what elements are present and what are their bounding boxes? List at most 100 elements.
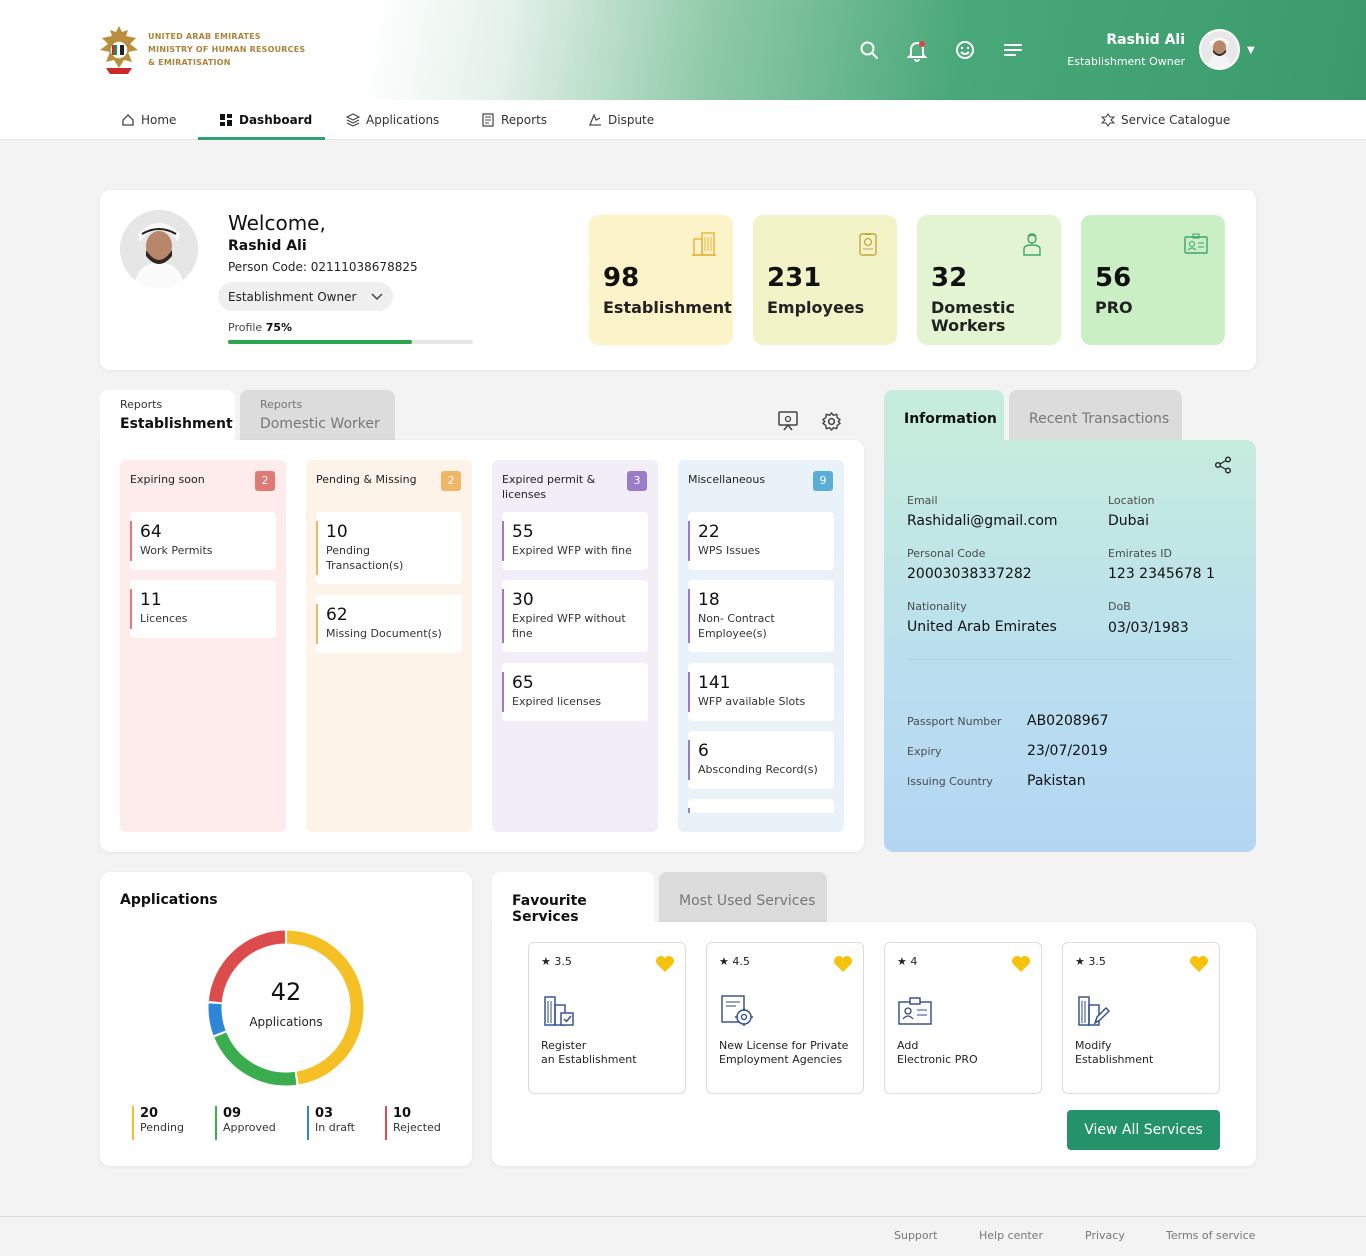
report-item-partial <box>688 799 834 813</box>
profile-avatar <box>120 210 198 288</box>
nav-home-label: Home <box>141 113 177 127</box>
main-nav: Home Dashboard Applications Reports Disp… <box>0 100 1366 140</box>
location-value: Dubai <box>1108 513 1150 529</box>
donut-segment-approved <box>214 1032 297 1086</box>
report-item[interactable]: 30 Expired WFP without fine <box>502 580 648 652</box>
uae-emblem-logo[interactable] <box>98 24 140 76</box>
emirates-id-value: 123 2345678 1 <box>1108 566 1215 582</box>
heart-icon[interactable] <box>1011 955 1031 973</box>
stat-card-employees[interactable]: 231 Employees <box>753 215 897 345</box>
stat-value: 56 <box>1095 263 1132 293</box>
passport-number-value: AB0208967 <box>1027 713 1109 729</box>
smiley-icon[interactable] <box>953 38 977 62</box>
nav-home[interactable]: Home <box>121 100 176 140</box>
service-name: Modify Establishment <box>1075 1039 1154 1066</box>
tab-recent-transactions[interactable]: Recent Transactions <box>1009 390 1182 440</box>
view-all-services-button[interactable]: View All Services <box>1067 1110 1220 1150</box>
email-label: Email <box>907 494 938 507</box>
nav-dispute-label: Dispute <box>608 113 655 127</box>
profile-label: Profile 75% <box>228 321 293 334</box>
stat-card-establishment[interactable]: 98 Establishment <box>589 215 733 345</box>
report-column-expired: Expired permit & licenses 3 55 Expired WF… <box>492 460 658 832</box>
worker-icon <box>1023 233 1041 256</box>
service-rating: ★ 3.5 <box>1075 955 1106 968</box>
footer-link-privacy[interactable]: Privacy <box>1085 1229 1125 1242</box>
building-check-icon <box>544 996 574 1026</box>
tab-reports-establishment[interactable]: Reports Establishment <box>100 390 235 440</box>
report-item[interactable]: 65 Expired licenses <box>502 663 648 721</box>
report-item[interactable]: 55 Expired WFP with fine <box>502 512 648 570</box>
column-title: Pending & Missing <box>316 473 417 486</box>
report-item[interactable]: 22 WPS Issues <box>688 512 834 570</box>
profile-progress-track <box>228 340 473 344</box>
service-card[interactable]: ★ 4 Add Electronic PRO <box>884 942 1042 1094</box>
person-code: Person Code: 02111038678825 <box>228 260 418 274</box>
footer-link-help-center[interactable]: Help center <box>979 1229 1043 1242</box>
report-item[interactable]: 11 Licences <box>130 580 276 638</box>
role-select[interactable]: Establishment Owner <box>218 282 393 311</box>
heart-icon[interactable] <box>1189 955 1209 973</box>
service-card[interactable]: ★ 3.5 Modify Establishment <box>1062 942 1220 1094</box>
emirates-id-label: Emirates ID <box>1108 547 1173 560</box>
service-name: New License for Private Employment Agenci… <box>719 1039 849 1066</box>
role-select-value: Establishment Owner <box>228 289 357 304</box>
heart-icon[interactable] <box>655 955 675 973</box>
issuing-country-value: Pakistan <box>1027 773 1086 789</box>
report-item[interactable]: 18 Non- Contract Employee(s) <box>688 580 834 652</box>
report-item[interactable]: 141 WFP available Slots <box>688 663 834 721</box>
dashboard-icon <box>220 114 232 126</box>
footer-link-terms[interactable]: Terms of service <box>1166 1229 1255 1242</box>
service-name: Add Electronic PRO <box>897 1039 978 1066</box>
nav-dispute[interactable]: Dispute <box>588 100 654 140</box>
nav-dashboard[interactable]: Dashboard <box>219 100 312 140</box>
stat-label: Employees <box>767 298 865 317</box>
user-name[interactable]: Rashid Ali <box>1060 32 1185 48</box>
search-icon[interactable] <box>857 38 881 62</box>
stat-card-domestic-workers[interactable]: 32 Domestic Workers <box>917 215 1061 345</box>
menu-icon[interactable] <box>1001 38 1025 62</box>
nav-applications[interactable]: Applications <box>346 100 439 140</box>
layers-icon <box>346 113 360 127</box>
report-column-pending: Pending & Missing 2 10 Pending Transactio… <box>306 460 472 832</box>
issuing-country-label: Issuing Country <box>907 775 993 788</box>
legend-rejected: 10 Rejected <box>385 1106 441 1140</box>
bell-icon[interactable] <box>905 38 929 62</box>
building-edit-icon <box>1078 996 1110 1026</box>
nav-service-catalogue[interactable]: Service Catalogue <box>1101 100 1230 140</box>
report-column-misc: Miscellaneous 9 22 WPS Issues 18 Non- Cont… <box>678 460 844 832</box>
nav-reports[interactable]: Reports <box>481 100 547 140</box>
service-card[interactable]: ★ 4.5 New License for Private Employment … <box>706 942 864 1094</box>
tab-most-used-services[interactable]: Most Used Services <box>659 872 827 922</box>
footer-link-support[interactable]: Support <box>894 1229 937 1242</box>
service-card[interactable]: ★ 3.5 Register an Establishment <box>528 942 686 1094</box>
report-item[interactable]: 64 Work Permits <box>130 512 276 570</box>
report-item[interactable]: 10 Pending Transaction(s) <box>316 512 462 584</box>
user-avatar[interactable] <box>1199 29 1240 70</box>
building-icon <box>692 232 716 256</box>
monitor-icon[interactable] <box>777 410 799 432</box>
share-icon[interactable] <box>1214 456 1232 474</box>
tab-reports-domestic-worker[interactable]: Reports Domestic Worker <box>240 390 395 440</box>
user-role: Establishment Owner <box>1067 55 1185 68</box>
chevron-down-icon[interactable]: ▼ <box>1247 45 1255 56</box>
column-title: Expiring soon <box>130 473 205 486</box>
report-column-expiring: Expiring soon 2 64 Work Permits 11 Licence… <box>120 460 286 832</box>
ministry-line-2: MINISTRY OF HUMAN RESOURCES <box>148 45 306 54</box>
nav-applications-label: Applications <box>366 113 440 127</box>
heart-icon[interactable] <box>833 955 853 973</box>
nav-reports-label: Reports <box>501 113 548 127</box>
stat-value: 98 <box>603 263 640 293</box>
profile-value: 75% <box>265 321 293 334</box>
stat-card-pro[interactable]: 56 PRO <box>1081 215 1225 345</box>
id-card-icon <box>1184 233 1208 254</box>
tab-information[interactable]: Information <box>884 390 1004 442</box>
gear-icon[interactable] <box>821 411 842 432</box>
column-badge: 2 <box>441 471 461 491</box>
tab-recent-transactions-label: Recent Transactions <box>1029 411 1170 427</box>
report-item[interactable]: 6 Absconding Record(s) <box>688 731 834 789</box>
applications-card: Applications 42 Applications 20 Pending 0… <box>100 872 472 1166</box>
donut-segment-pending <box>286 930 364 1085</box>
report-item[interactable]: 62 Missing Document(s) <box>316 595 462 653</box>
dispute-icon <box>589 113 601 126</box>
tab-favourite-services[interactable]: Favourite Services <box>492 872 654 925</box>
